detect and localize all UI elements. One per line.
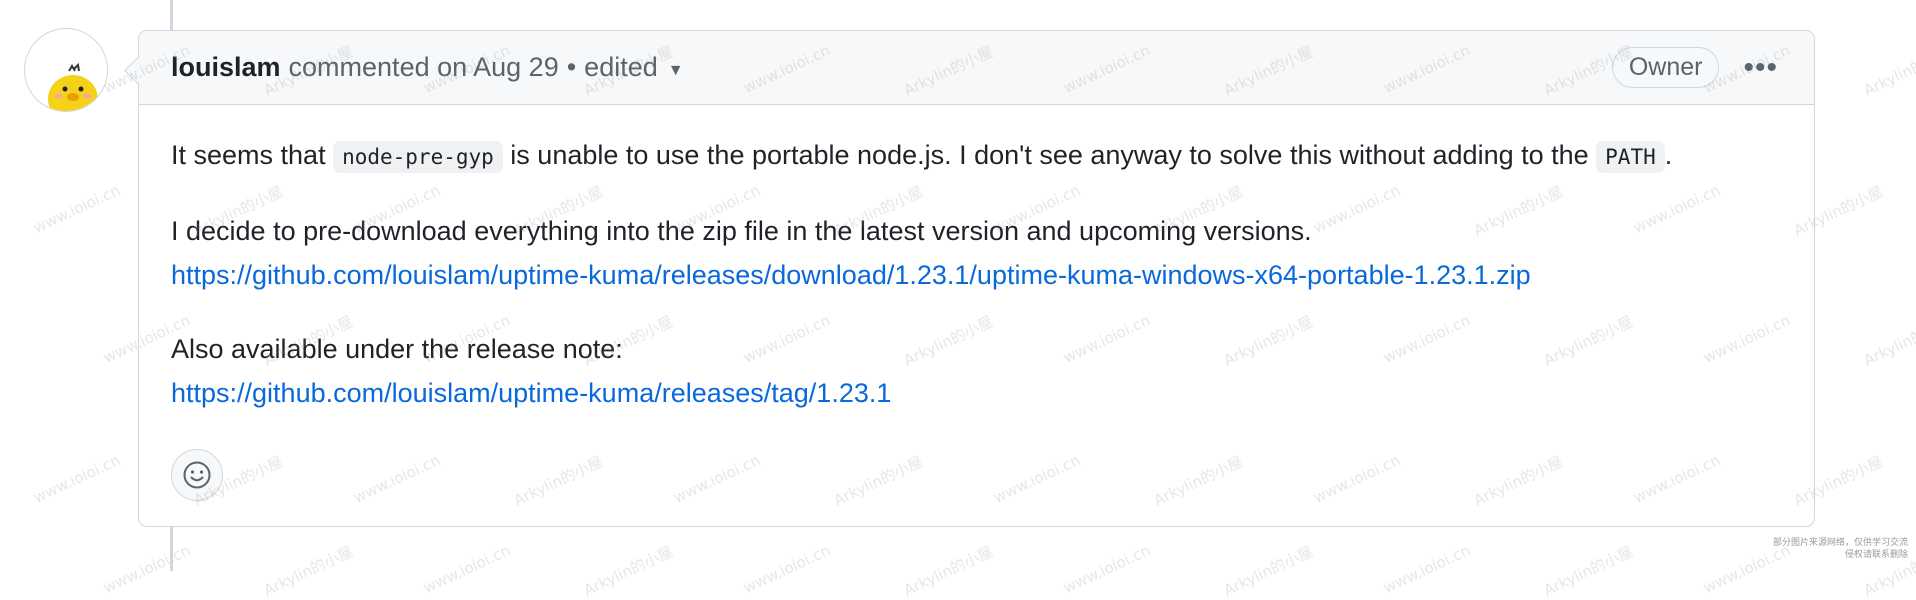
smiley-icon [183,461,211,489]
watermark-text: www.ioioi.cn [30,181,123,237]
comment-header: louislam commented on Aug 29 • edited ▼ … [139,31,1814,105]
watermark-text: www.ioioi.cn [1380,541,1473,597]
watermark-text: www.ioioi.cn [1060,541,1153,597]
inline-code: PATH [1596,141,1665,173]
comment-body: It seems that node-pre-gyp is unable to … [139,105,1814,415]
paragraph-2: I decide to pre-download everything into… [171,209,1782,297]
avatar[interactable] [24,28,108,112]
watermark-text: Arkylin的小屋 [260,542,356,600]
release-link[interactable]: https://github.com/louislam/uptime-kuma/… [171,378,891,408]
download-link[interactable]: https://github.com/louislam/uptime-kuma/… [171,260,1531,290]
comment-box: louislam commented on Aug 29 • edited ▼ … [138,30,1815,527]
watermark-text: www.ioioi.cn [420,541,513,597]
edited-dropdown[interactable]: edited ▼ [584,52,683,83]
caret-down-icon: ▼ [667,61,684,79]
comment-meta[interactable]: commented on Aug 29 [289,52,559,83]
edited-label: edited [584,52,658,82]
text: I decide to pre-download everything into… [171,216,1312,246]
watermark-text: www.ioioi.cn [100,541,193,597]
author-link[interactable]: louislam [171,52,281,83]
text: is unable to use the portable node.js. I… [502,140,1597,170]
watermark-text: www.ioioi.cn [30,451,123,507]
owner-badge: Owner [1611,47,1720,88]
watermark-text: Arkylin的小屋 [1220,542,1316,600]
corner-note-line: 侵权请联系删除 [1844,550,1908,560]
watermark-text: Arkylin的小屋 [1860,312,1916,370]
corner-note-line: 部分图片来源网络，仅供学习交流 [1772,538,1908,548]
chick-avatar-icon [48,62,98,111]
watermark-text: Arkylin的小屋 [580,542,676,600]
text: Also available under the release note: [171,334,623,364]
watermark-text: Arkylin的小屋 [900,542,996,600]
separator: • [566,52,577,82]
text: . [1664,140,1673,170]
corner-note: 部分图片来源网络，仅供学习交流 侵权请联系删除 [1773,537,1908,561]
watermark-text: Arkylin的小屋 [1540,542,1636,600]
text: It seems that [171,140,334,170]
add-reaction-button[interactable] [171,449,223,501]
inline-code: node-pre-gyp [333,141,503,173]
paragraph-1: It seems that node-pre-gyp is unable to … [171,133,1782,179]
kebab-horizontal-icon[interactable]: ••• [1743,52,1778,83]
paragraph-3: Also available under the release note: h… [171,327,1782,415]
watermark-text: Arkylin的小屋 [1860,42,1916,100]
watermark-text: www.ioioi.cn [740,541,833,597]
